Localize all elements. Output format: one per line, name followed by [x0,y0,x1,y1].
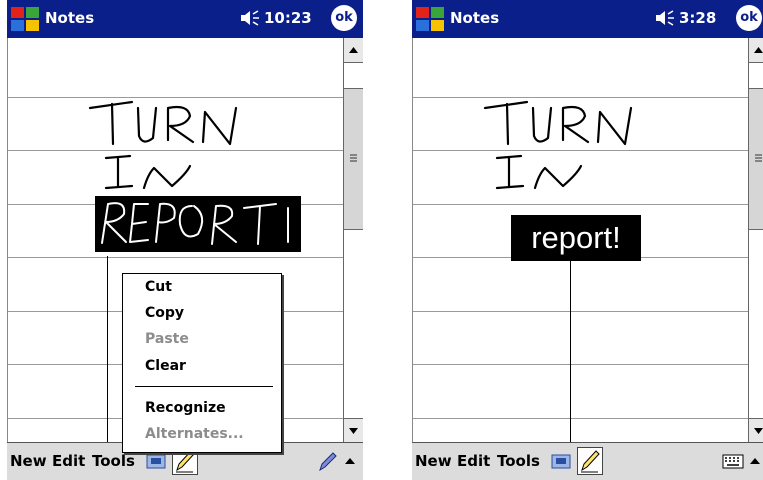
vertical-scrollbar[interactable] [748,38,763,443]
text-cursor-line [570,261,571,442]
menu-item-clear[interactable]: Clear [145,358,186,374]
text-cursor-line [107,256,108,442]
input-panel-arrow-icon[interactable] [341,450,359,472]
tools-menu[interactable]: Tools [92,452,135,470]
menu-item-alternates: Alternates... [145,426,244,442]
menu-item-recognize[interactable]: Recognize [145,400,226,416]
title-bar: Notes 10:23 ok [7,0,363,38]
scroll-up-icon [754,47,763,53]
pen-icon [581,450,600,473]
clock[interactable]: 3:28 [679,9,716,27]
scroll-up-icon [349,47,358,53]
scroll-thumb[interactable] [749,88,763,230]
menu-item-copy[interactable]: Copy [145,305,184,321]
new-menu[interactable]: New [415,452,452,470]
recording-toolbar-icon[interactable] [145,450,167,472]
menu-separator [135,386,273,387]
keyboard-icon[interactable] [722,450,744,472]
context-menu: Cut Copy Paste Clear Recognize Alternate… [122,273,282,453]
scroll-down-icon [754,428,763,434]
tools-menu[interactable]: Tools [497,452,540,470]
menu-item-cut[interactable]: Cut [145,279,172,295]
input-panel-arrow-icon[interactable] [746,450,763,472]
ok-button[interactable]: ok [736,5,762,31]
speaker-icon[interactable] [240,10,260,26]
menu-item-paste: Paste [145,331,189,347]
recording-toolbar-icon[interactable] [550,450,572,472]
speaker-icon[interactable] [655,10,675,26]
notes-screen-left: Notes 10:23 ok New Edit Tools Cut Copy P… [7,0,364,480]
recognized-text[interactable]: report! [511,215,641,261]
pen-icon[interactable] [317,450,339,472]
app-title: Notes [450,9,500,27]
scroll-down-icon [349,428,358,434]
scroll-up-button[interactable] [749,38,763,63]
grip-icon [755,154,762,162]
vertical-scrollbar[interactable] [343,38,364,443]
note-canvas[interactable]: report! [412,38,749,442]
menu-bar: New Edit Tools [412,442,763,480]
ok-button[interactable]: ok [331,5,357,31]
scroll-down-button[interactable] [344,418,363,443]
scroll-down-button[interactable] [749,418,763,443]
title-bar: Notes 3:28 ok [412,0,763,38]
clock[interactable]: 10:23 [264,9,312,27]
edit-menu[interactable]: Edit [457,452,490,470]
notes-screen-right: Notes 3:28 ok report! New Edit Tools [412,0,763,480]
scroll-thumb[interactable] [344,88,363,230]
scroll-up-button[interactable] [344,38,363,63]
pen-button[interactable] [577,447,603,475]
app-title: Notes [45,9,95,27]
new-menu[interactable]: New [10,452,47,470]
windows-start-icon[interactable] [9,4,41,34]
grip-icon [350,154,357,162]
windows-start-icon[interactable] [414,4,446,34]
edit-menu[interactable]: Edit [52,452,85,470]
